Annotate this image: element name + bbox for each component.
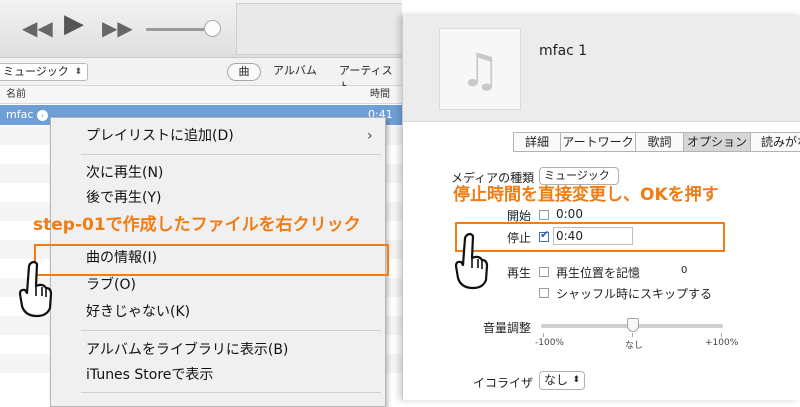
step-annotation: step-01で作成したファイルを右クリック [33, 215, 361, 235]
artwork: ♫ [439, 28, 521, 110]
chevron-right-icon: › [367, 128, 373, 144]
now-playing-display [236, 3, 402, 55]
menu-item-dislike[interactable]: 好きじゃない(K) [86, 303, 190, 321]
pointing-hand-icon [18, 260, 53, 318]
skip-shuffle-label: シャッフル時にスキップする [556, 287, 713, 301]
equalizer-value: なし [544, 373, 569, 387]
slider-tick [543, 333, 544, 337]
tab-albums[interactable]: アルバム [273, 63, 317, 79]
music-note-icon: ♫ [459, 43, 501, 97]
menu-item-show-in-store[interactable]: iTunes Storeで表示 [86, 366, 213, 384]
tab-artwork[interactable]: アートワーク [560, 132, 636, 152]
chevron-updown-icon: ⬍ [74, 67, 82, 77]
song-info-highlight [34, 244, 389, 276]
remember-position-label: 再生位置を記憶 [556, 266, 641, 280]
rewind-icon[interactable]: ◀◀ [22, 18, 53, 38]
menu-divider [81, 392, 381, 393]
volume-mid-label: なし [625, 341, 644, 351]
menu-item-love[interactable]: ラブ(O) [86, 276, 136, 294]
pointing-hand-icon [454, 232, 489, 290]
library-navbar: ミュージック ⬍ 曲 アルバム アーティスト [0, 58, 402, 93]
column-name[interactable]: 名前 [6, 86, 26, 103]
menu-item-show-album[interactable]: アルバムをライブラリに表示(B) [86, 341, 288, 359]
more-options-icon[interactable]: › [37, 110, 48, 121]
volume-max-label: +100% [705, 338, 739, 348]
start-checkbox[interactable] [539, 210, 549, 220]
player-toolbar: ◀◀ ▶ ▶▶ [0, 0, 402, 58]
stop-time-highlight [455, 222, 725, 252]
menu-item-play-later[interactable]: 後で再生(Y) [86, 189, 161, 207]
stop-annotation: 停止時間を直接変更し、OKを押す [453, 185, 719, 205]
media-kind-value: ミュージック [3, 65, 69, 78]
volume-knob[interactable] [204, 20, 221, 37]
media-kind-select[interactable]: ミュージック ⬍ [0, 63, 88, 81]
song-name: mfac [6, 108, 34, 121]
remember-position-checkbox[interactable] [539, 267, 549, 277]
volume-adjust-label: 音量調整 [483, 321, 532, 335]
song-list-header: 名前 時間 [0, 86, 402, 104]
info-song-title: mfac 1 [539, 43, 588, 59]
fast-forward-icon[interactable]: ▶▶ [102, 18, 133, 38]
song-info-panel: ♫ mfac 1 詳細 アートワーク 歌詞 オプション 読みがな メディアの種類… [402, 15, 800, 400]
slider-tick [632, 333, 633, 337]
volume-adjust-knob[interactable] [627, 318, 639, 332]
menu-item-play-next[interactable]: 次に再生(N) [86, 164, 163, 182]
info-header: ♫ mfac 1 [403, 15, 800, 122]
tab-options[interactable]: オプション [683, 132, 751, 152]
slider-tick [721, 333, 722, 337]
play-icon[interactable]: ▶ [64, 11, 84, 37]
chevron-updown-icon: ⬍ [572, 375, 580, 385]
skip-shuffle-checkbox[interactable] [539, 288, 549, 298]
equalizer-dropdown[interactable]: なし ⬍ [539, 371, 585, 390]
equalizer-label: イコライザ [473, 376, 534, 390]
tab-lyrics[interactable]: 歌詞 [635, 132, 684, 152]
stray-mark: 0 [681, 265, 688, 276]
tab-songs[interactable]: 曲 [227, 63, 261, 81]
menu-divider [81, 330, 381, 331]
column-time[interactable]: 時間 [370, 86, 390, 103]
volume-min-label: -100% [535, 338, 564, 348]
start-field[interactable]: 0:00 [556, 207, 583, 221]
tab-reading[interactable]: 読みがな [750, 132, 800, 152]
playback-label: 再生 [507, 266, 532, 280]
menu-divider [81, 154, 381, 155]
tab-details[interactable]: 詳細 [513, 132, 561, 152]
menu-item-add-to-playlist[interactable]: プレイリストに追加(D) [86, 127, 234, 145]
